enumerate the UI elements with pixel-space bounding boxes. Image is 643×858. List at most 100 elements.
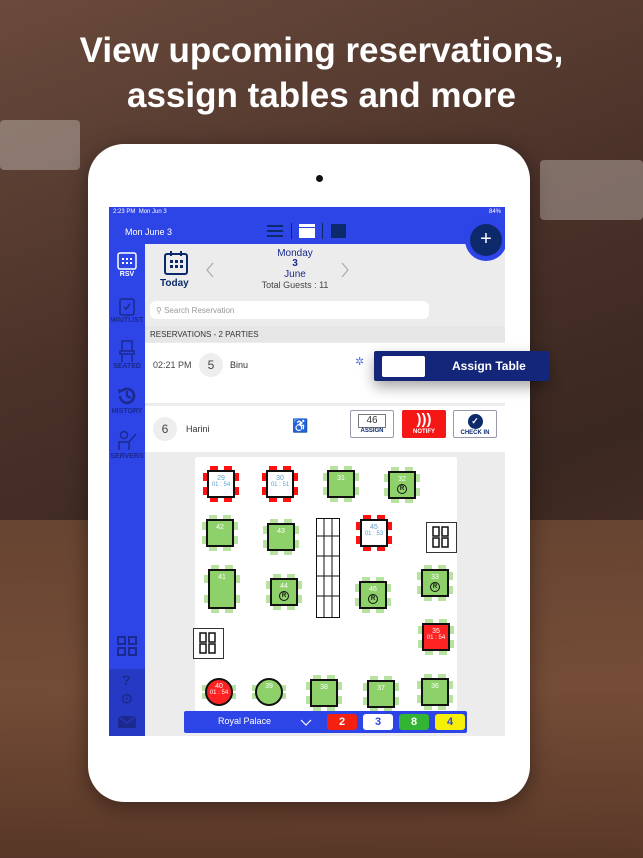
today-button[interactable]: Today: [160, 278, 189, 289]
top-date: Mon June 3: [125, 227, 173, 237]
dancing-person-icon: ✲: [355, 356, 365, 368]
chevron-left-icon[interactable]: [205, 262, 215, 278]
assign-button[interactable]: 46 ASSIGN: [350, 410, 394, 438]
table-number: 37: [377, 685, 385, 692]
check-in-button[interactable]: ✓ CHECK IN: [453, 410, 497, 438]
search-input[interactable]: ⚲ Search Reservation: [150, 301, 429, 319]
table-46[interactable]: 46 R: [359, 581, 387, 609]
table-number: 43: [277, 528, 285, 535]
gear-icon[interactable]: ⚙: [120, 690, 133, 708]
clipboard-icon: [119, 298, 135, 316]
calendar-icon[interactable]: [164, 251, 188, 275]
check-icon: ✓: [467, 414, 483, 429]
sidebar: RSV WAITLIST SEATED HISTORY SERVERS ? ⚙: [109, 244, 145, 736]
camera: [316, 175, 323, 182]
table-45[interactable]: 45 01 : 53: [360, 519, 388, 547]
reservation-row[interactable]: 6 Harini ♿ 46 ASSIGN ))) NOTIFY ✓ CHECK IN: [145, 406, 505, 452]
table-35[interactable]: 35 01 : 54: [422, 623, 450, 651]
sidebar-label: SEATED: [113, 363, 141, 370]
sidebar-item-seated[interactable]: SEATED: [109, 340, 145, 370]
table-38[interactable]: 38: [310, 679, 338, 707]
table-44[interactable]: 44 R: [270, 578, 298, 606]
assign-table-popup[interactable]: Assign Table: [374, 351, 549, 381]
table-number: 41: [218, 574, 226, 581]
mail-icon[interactable]: [118, 716, 136, 728]
headline: View upcoming reservations, assign tables…: [0, 28, 643, 118]
table-42[interactable]: 42: [206, 519, 234, 547]
table-40[interactable]: 40 01 : 54: [205, 678, 233, 706]
floor-bar: Royal Palace 2384: [184, 711, 467, 733]
status-date: Mon Jun 3: [138, 209, 167, 215]
table-39[interactable]: 39: [255, 678, 283, 706]
sidebar-item-rsv[interactable]: RSV: [109, 250, 145, 278]
table-number: 42: [216, 524, 224, 531]
sidebar-item-history[interactable]: HISTORY: [109, 385, 145, 415]
status-count[interactable]: 3: [363, 714, 393, 730]
table-number: 38: [320, 684, 328, 691]
day: 3: [292, 258, 298, 269]
sidebar-item-waitlist[interactable]: WAITLIST: [109, 296, 145, 324]
assign-table-label: Assign Table: [452, 359, 526, 373]
help-icon[interactable]: ?: [122, 672, 131, 688]
history-icon: [118, 387, 136, 405]
status-time: 2:23 PM: [113, 209, 136, 215]
checkin-label: CHECK IN: [460, 430, 490, 436]
chevron-down-icon[interactable]: [300, 719, 312, 726]
floor-plan: 29 01 : 54 30 01 : 51 31 32 R 42 43 45 01 : 53 41 44…: [193, 457, 457, 712]
table-number: 36: [431, 683, 439, 690]
reserved-icon: R: [430, 582, 440, 592]
table-timer: 01 : 54: [211, 482, 231, 488]
status-count[interactable]: 2: [327, 714, 357, 730]
section-header: RESERVATIONS - 2 PARTIES: [145, 326, 505, 342]
headline-line1: View upcoming reservations,: [79, 31, 564, 70]
chair-icon: [119, 340, 135, 362]
battery-level: 84%: [488, 209, 501, 215]
table-41[interactable]: 41: [208, 569, 236, 609]
guest-name: Harini: [186, 424, 210, 434]
assign-label: ASSIGN: [360, 428, 384, 434]
guest-name: Binu: [230, 360, 249, 370]
add-reservation-button[interactable]: +: [470, 224, 502, 256]
table-number: 44: [280, 583, 288, 590]
table-29[interactable]: 29 01 : 54: [207, 470, 235, 498]
table-timer: 01 : 53: [364, 531, 384, 537]
calendar-icon: [117, 252, 137, 270]
table-timer: 01 : 51: [270, 482, 290, 488]
background-table: [540, 160, 643, 220]
sidebar-label: HISTORY: [111, 408, 143, 415]
table-31[interactable]: 31: [327, 470, 355, 498]
list-icon[interactable]: [267, 224, 283, 238]
table-30[interactable]: 30 01 : 51: [266, 470, 294, 498]
wifi-signal-icon: ))): [416, 411, 432, 428]
table-number: 35: [432, 628, 440, 635]
server-person-icon: [118, 430, 137, 450]
room-selector[interactable]: Royal Palace: [218, 716, 271, 726]
table-36[interactable]: 36: [421, 678, 449, 706]
reserved-icon: R: [397, 484, 407, 494]
table-number: 33: [431, 574, 439, 581]
table-32[interactable]: 32 R: [388, 471, 416, 499]
table-37[interactable]: 37: [367, 680, 395, 708]
table-number: 46: [369, 586, 377, 593]
restroom-icon: [426, 522, 457, 553]
divider: [322, 223, 323, 239]
search-placeholder: Search Reservation: [164, 306, 235, 315]
table-timer: 01 : 54: [426, 635, 446, 641]
status-count[interactable]: 8: [399, 714, 429, 730]
grid-view-icon[interactable]: [331, 224, 346, 238]
status-bar: 2:23 PM Mon Jun 3 84%: [109, 207, 505, 219]
date-navigator: Today Monday 3 June Total Guests : 11: [145, 244, 505, 304]
table-33[interactable]: 33 R: [421, 569, 449, 597]
background-table: [0, 120, 80, 170]
grid-icon[interactable]: [117, 636, 137, 656]
status-count[interactable]: 4: [435, 714, 465, 730]
split-view-icon[interactable]: [299, 224, 315, 238]
notify-button[interactable]: ))) NOTIFY: [402, 410, 446, 438]
table-43[interactable]: 43: [267, 523, 295, 551]
sidebar-item-servers[interactable]: SERVERS: [109, 430, 145, 460]
table-number: 31: [337, 475, 345, 482]
reserved-icon: R: [368, 594, 378, 604]
restroom-icon: [193, 628, 224, 659]
table-timer: 01 : 54: [209, 690, 229, 696]
table-input[interactable]: [382, 356, 425, 377]
